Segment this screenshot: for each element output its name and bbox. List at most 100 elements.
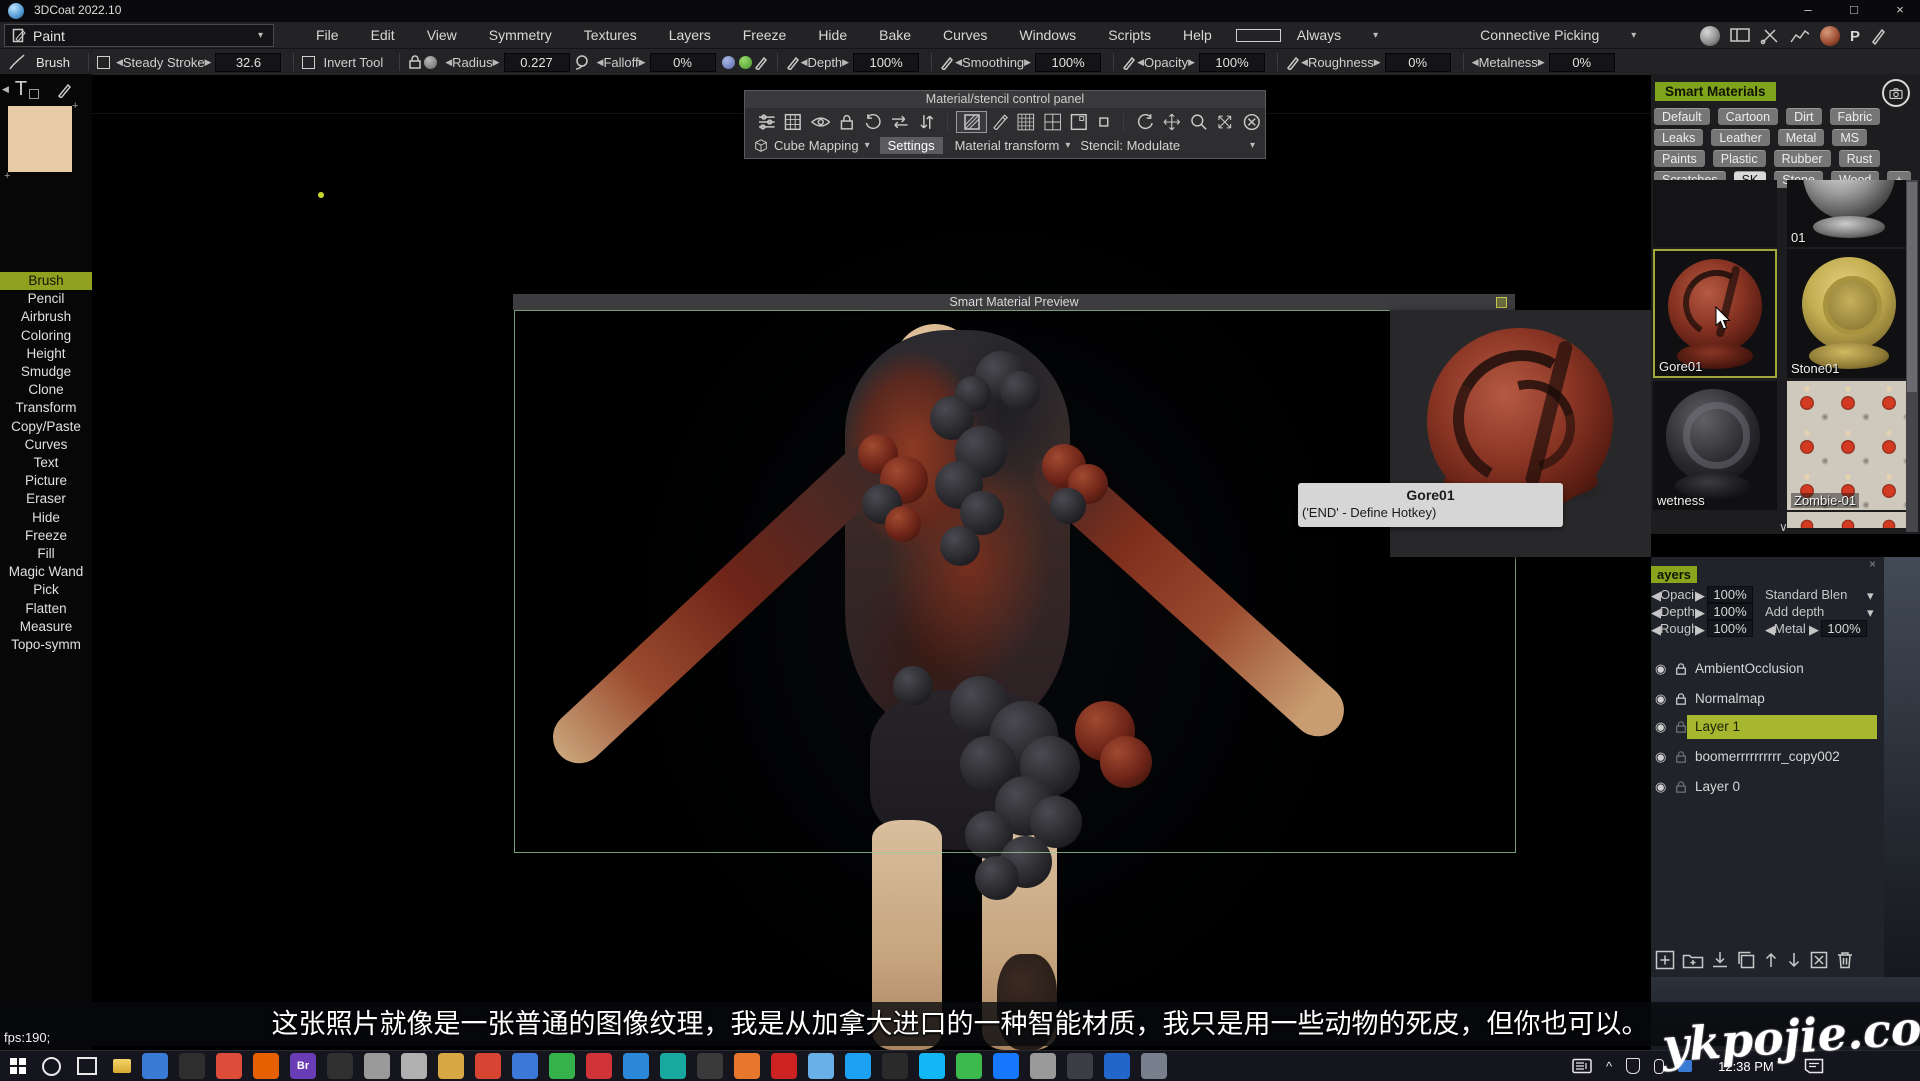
menu-view[interactable]: View <box>411 27 473 43</box>
taskbar-app-icon[interactable] <box>623 1053 649 1079</box>
add-depth-dropdown[interactable]: Add depth <box>1765 604 1824 619</box>
layer-depth-value[interactable]: 100% <box>1707 603 1753 620</box>
connective-picking[interactable]: Connective Picking <box>1464 27 1615 43</box>
layers-tab[interactable]: ayers <box>1651 566 1697 583</box>
roughness-value[interactable]: 0% <box>1385 53 1451 72</box>
close-button[interactable]: × <box>1882 0 1918 22</box>
menu-scripts[interactable]: Scripts <box>1092 27 1167 43</box>
color-swatch[interactable] <box>8 106 72 172</box>
layer-opacity-value[interactable]: 100% <box>1707 586 1753 603</box>
smart-material-preview-bar[interactable]: Smart Material Preview <box>513 294 1515 310</box>
material-item-partial[interactable] <box>1787 512 1911 528</box>
swap-vertical-icon[interactable] <box>919 113 935 131</box>
viewport-3d[interactable]: Smart Material Preview Material/stencil … <box>92 74 1920 1050</box>
tool-pencil[interactable]: Pencil <box>0 290 92 308</box>
color-ball-green-icon[interactable] <box>739 56 752 69</box>
duplicate-icon[interactable] <box>1736 950 1756 970</box>
spinner-left-icon[interactable]: ◀ <box>445 57 452 68</box>
depth-value[interactable]: 100% <box>853 53 919 72</box>
settings-tab[interactable]: Settings <box>880 137 943 154</box>
camera-icon[interactable] <box>1882 79 1910 107</box>
spinner-right-icon[interactable]: ▶ <box>1695 588 1705 604</box>
tool-magic-wand[interactable]: Magic Wand <box>0 563 92 581</box>
undo-icon[interactable] <box>1137 113 1155 131</box>
spinner-right-icon[interactable]: ▶ <box>639 57 646 68</box>
room-selector[interactable]: Paint ▾ <box>4 24 274 47</box>
pen-icon[interactable] <box>57 82 73 98</box>
tool-topo-symm[interactable]: Topo-symm <box>0 636 92 654</box>
tool-coloring[interactable]: Coloring <box>0 327 92 345</box>
sliders-icon[interactable] <box>758 113 776 131</box>
cube-mapping-dropdown[interactable]: Cube Mapping <box>774 138 859 153</box>
steady-stroke-label[interactable]: Steady Stroke <box>123 55 205 70</box>
materials-scrollbar[interactable] <box>1906 180 1918 532</box>
menu-help[interactable]: Help <box>1167 27 1228 43</box>
frame-corner-icon[interactable] <box>1070 113 1088 131</box>
tab-plastic[interactable]: Plastic <box>1713 150 1766 167</box>
taskbar-app-icon[interactable] <box>438 1053 464 1079</box>
pan-icon[interactable] <box>1216 113 1234 131</box>
smoothing-label[interactable]: Smoothing <box>962 55 1024 70</box>
add-folder-icon[interactable] <box>1682 950 1704 970</box>
stencil-modulate-dropdown[interactable]: Stencil: Modulate <box>1080 138 1180 153</box>
add-layer-icon[interactable] <box>1655 950 1675 970</box>
tab-ms[interactable]: MS <box>1832 129 1867 146</box>
taskbar-app-icon[interactable] <box>734 1053 760 1079</box>
tool-fill[interactable]: Fill <box>0 545 92 563</box>
taskbar-app-icon[interactable] <box>697 1053 723 1079</box>
taskbar-app-icon[interactable] <box>882 1053 908 1079</box>
move-up-icon[interactable] <box>1763 950 1779 970</box>
metalness-label[interactable]: Metalness <box>1479 55 1538 70</box>
layer-row[interactable]: ◉ Normalmap <box>1651 687 1884 711</box>
taskbar-app-icon[interactable] <box>401 1053 427 1079</box>
material-item-zombie01[interactable]: Zombie-01 <box>1787 381 1911 510</box>
clear-layer-icon[interactable] <box>1809 950 1829 970</box>
taskbar-app-icon[interactable] <box>919 1053 945 1079</box>
steady-stroke-value[interactable]: 32.6 <box>215 53 281 72</box>
material-sphere-icon[interactable] <box>1820 26 1840 46</box>
tool-hide[interactable]: Hide <box>0 509 92 527</box>
panels-icon[interactable] <box>1730 27 1750 45</box>
taskbar-app-icon[interactable] <box>179 1053 205 1079</box>
layer-rough-value[interactable]: 100% <box>1707 620 1753 637</box>
eye-icon[interactable]: ◉ <box>1655 691 1666 707</box>
tool-text[interactable]: Text <box>0 454 92 472</box>
tool-curves[interactable]: Curves <box>0 436 92 454</box>
close-icon[interactable]: × <box>1869 557 1876 571</box>
scroll-down-icon[interactable]: ∨ <box>1779 520 1788 534</box>
material-stencil-panel-title[interactable]: Material/stencil control panel <box>745 91 1265 108</box>
tab-leather[interactable]: Leather <box>1711 129 1769 146</box>
tray-shield-icon[interactable] <box>1626 1058 1640 1074</box>
tab-leaks[interactable]: Leaks <box>1654 129 1703 146</box>
menu-hide[interactable]: Hide <box>802 27 863 43</box>
taskbar-app-icon[interactable] <box>845 1053 871 1079</box>
spinner-left-icon[interactable]: ◀ <box>1301 57 1308 68</box>
task-view-icon[interactable] <box>77 1057 97 1075</box>
taskbar-app-icon[interactable] <box>142 1053 168 1079</box>
layer-opacity-label[interactable]: Opaci <box>1660 587 1694 602</box>
tab-fabric[interactable]: Fabric <box>1830 108 1881 125</box>
taskbar-app-icon[interactable] <box>586 1053 612 1079</box>
falloff-value[interactable]: 0% <box>650 53 716 72</box>
always-label[interactable]: Always <box>1281 27 1357 43</box>
taskbar-app-icon[interactable] <box>327 1053 353 1079</box>
taskbar-app-icon[interactable] <box>808 1053 834 1079</box>
lasso-icon[interactable] <box>574 54 591 71</box>
sphere-preview-icon[interactable] <box>1700 26 1720 46</box>
activity-chart-icon[interactable] <box>1790 27 1810 45</box>
spinner-right-icon[interactable]: ▶ <box>842 57 849 68</box>
trash-icon[interactable] <box>1836 950 1854 970</box>
stencil-hatch-selected[interactable] <box>956 111 987 133</box>
p-tool-icon[interactable]: P <box>1850 28 1860 45</box>
lock-icon[interactable] <box>408 54 422 70</box>
spinner-right-icon[interactable]: ▶ <box>1695 622 1705 638</box>
taskbar-app-icon[interactable] <box>771 1053 797 1079</box>
opacity-value[interactable]: 100% <box>1199 53 1265 72</box>
tool-pick[interactable]: Pick <box>0 581 92 599</box>
menu-textures[interactable]: Textures <box>568 27 653 43</box>
spinner-left-icon[interactable]: ◀ <box>801 57 808 68</box>
spinner-left-icon[interactable]: ◀ <box>1472 57 1479 68</box>
spinner-left-icon[interactable]: ◀ <box>1137 57 1144 68</box>
small-square-icon[interactable] <box>1097 115 1111 129</box>
lock-icon[interactable] <box>1675 662 1687 676</box>
